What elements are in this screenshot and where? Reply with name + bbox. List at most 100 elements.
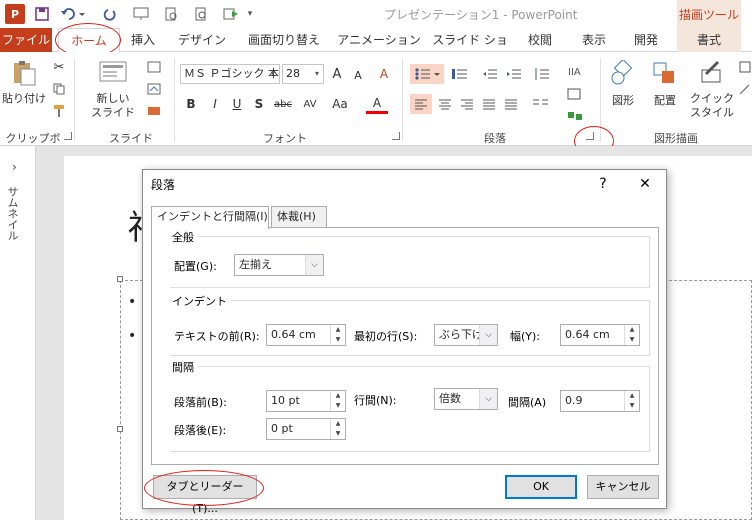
line-spacing-icon[interactable] bbox=[530, 64, 558, 84]
at-spinner[interactable]: 0.9 ▲ ▼ bbox=[560, 390, 640, 412]
expand-chevron-icon[interactable]: › bbox=[12, 160, 17, 174]
paste-button[interactable]: 貼り付け bbox=[0, 92, 48, 106]
at-label: 間隔(A) bbox=[508, 396, 547, 409]
clear-formatting-icon[interactable]: A bbox=[374, 64, 394, 84]
shape-fill-icon[interactable] bbox=[738, 58, 752, 76]
section-icon[interactable] bbox=[142, 102, 166, 120]
cut-icon[interactable]: ✂ bbox=[50, 58, 68, 76]
print-icon[interactable] bbox=[190, 4, 212, 24]
spacing-before-spinner[interactable]: 10 pt ▲ ▼ bbox=[266, 390, 346, 412]
resize-handle[interactable] bbox=[117, 276, 123, 282]
format-painter-icon[interactable] bbox=[50, 102, 68, 120]
new-slide-button[interactable]: 新しい スライド bbox=[88, 92, 138, 120]
shadow-button[interactable]: S bbox=[250, 94, 268, 114]
smartart-icon[interactable] bbox=[562, 106, 590, 126]
spinner-arrows[interactable]: ▲ ▼ bbox=[624, 325, 639, 345]
help-icon[interactable]: ? bbox=[591, 173, 615, 195]
tab-developer[interactable]: 開発 bbox=[626, 28, 666, 52]
arrange-button[interactable]: 配置 bbox=[648, 94, 682, 108]
italic-button[interactable]: I bbox=[206, 94, 224, 114]
tab-slideshow[interactable]: スライド ショー bbox=[428, 28, 512, 71]
paragraph-group-label: 段落 bbox=[484, 132, 506, 145]
quick-styles-icon[interactable] bbox=[694, 58, 728, 88]
grow-font-icon[interactable]: A bbox=[328, 64, 346, 84]
arrange-icon[interactable] bbox=[648, 58, 682, 88]
align-center-icon[interactable] bbox=[434, 94, 456, 114]
text-direction-icon[interactable]: IIA bbox=[562, 60, 590, 82]
ok-button[interactable]: OK bbox=[505, 475, 577, 499]
play-icon[interactable] bbox=[220, 4, 242, 24]
font-name-combo[interactable]: ＭＳ Ｐゴシック 本 ▾ bbox=[180, 64, 280, 84]
underline-button[interactable]: U bbox=[228, 94, 246, 114]
tab-insert[interactable]: 挿入 bbox=[124, 28, 162, 52]
close-icon[interactable]: ✕ bbox=[633, 173, 657, 195]
spacing-after-spinner[interactable]: 0 pt ▲ ▼ bbox=[266, 418, 346, 440]
spinner-arrows[interactable]: ▲ ▼ bbox=[330, 325, 345, 345]
before-text-label: テキストの前(R): bbox=[174, 330, 260, 343]
line-spacing-label: 行間(N): bbox=[354, 394, 397, 407]
columns-icon[interactable] bbox=[528, 94, 556, 114]
bold-button[interactable]: B bbox=[182, 94, 200, 114]
tab-asian-typography[interactable]: 体裁(H) bbox=[271, 206, 327, 228]
spinner-arrows[interactable]: ▲ ▼ bbox=[624, 391, 639, 411]
alignment-dropdown[interactable]: 左揃え ⌵ bbox=[234, 254, 324, 276]
change-case-button[interactable]: Aa bbox=[326, 94, 354, 114]
tab-design[interactable]: デザイン bbox=[174, 28, 230, 52]
spinner-arrows[interactable]: ▲ ▼ bbox=[330, 419, 345, 439]
cancel-button[interactable]: キャンセル bbox=[587, 475, 659, 499]
tab-file[interactable]: ファイル bbox=[0, 28, 52, 52]
undo-icon[interactable] bbox=[58, 4, 88, 24]
font-size-combo[interactable]: 28 ▾ bbox=[282, 64, 324, 84]
shape-outline-icon[interactable] bbox=[738, 80, 752, 98]
distributed-icon[interactable] bbox=[500, 94, 522, 114]
new-slide-icon[interactable] bbox=[96, 58, 130, 86]
line-spacing-value: 倍数 bbox=[439, 392, 461, 405]
powerpoint-app-icon[interactable]: P bbox=[5, 4, 25, 24]
special-indent-dropdown[interactable]: ぶら下げ ⌵ bbox=[434, 324, 498, 346]
decrease-indent-icon[interactable] bbox=[480, 64, 500, 84]
tab-transitions[interactable]: 画面切り替え bbox=[244, 28, 324, 52]
thumbnail-pane[interactable]: › サムネイル bbox=[0, 146, 36, 520]
line-spacing-dropdown[interactable]: 倍数 ⌵ bbox=[434, 388, 498, 410]
spinner-arrows[interactable]: ▲ ▼ bbox=[330, 391, 345, 411]
tab-animations[interactable]: アニメーション bbox=[336, 28, 422, 52]
reset-slide-icon[interactable] bbox=[142, 80, 166, 98]
before-text-spinner[interactable]: 0.64 cm ▲ ▼ bbox=[266, 324, 346, 346]
character-spacing-button[interactable]: AV bbox=[298, 94, 322, 114]
save-icon[interactable] bbox=[32, 4, 52, 24]
shapes-button[interactable]: 図形 bbox=[606, 94, 640, 108]
general-section-title: 全般 bbox=[172, 229, 198, 245]
shrink-font-icon[interactable]: A bbox=[350, 66, 366, 84]
align-text-icon[interactable] bbox=[562, 84, 590, 104]
tab-format[interactable]: 書式 bbox=[677, 28, 741, 52]
print-preview-icon[interactable] bbox=[160, 4, 182, 24]
tab-view[interactable]: 表示 bbox=[574, 28, 614, 52]
copy-icon[interactable] bbox=[50, 80, 68, 98]
justify-icon[interactable] bbox=[478, 94, 500, 114]
spacing-after-value: 0 pt bbox=[271, 422, 293, 435]
paste-icon[interactable] bbox=[6, 58, 42, 88]
clipboard-launcher[interactable] bbox=[64, 132, 72, 140]
redo-icon[interactable] bbox=[100, 4, 120, 24]
font-color-button[interactable]: A bbox=[366, 94, 388, 114]
numbering-button[interactable] bbox=[448, 64, 478, 84]
tab-review[interactable]: 校閲 bbox=[520, 28, 560, 52]
resize-handle[interactable] bbox=[117, 426, 123, 432]
increase-indent-icon[interactable] bbox=[504, 64, 524, 84]
start-slideshow-icon[interactable] bbox=[130, 4, 152, 24]
shapes-icon[interactable] bbox=[606, 58, 640, 88]
align-right-icon[interactable] bbox=[456, 94, 478, 114]
align-left-icon[interactable] bbox=[410, 94, 432, 114]
strikethrough-button[interactable]: abc bbox=[272, 94, 294, 114]
bullets-button[interactable] bbox=[410, 64, 444, 84]
tab-indents-spacing[interactable]: インデントと行間隔(I) bbox=[151, 206, 269, 229]
svg-text:IIA: IIA bbox=[568, 67, 581, 78]
customize-qat-icon[interactable]: ▾ bbox=[244, 4, 256, 24]
layout-icon[interactable] bbox=[142, 58, 166, 76]
quick-styles-button[interactable]: クイック スタイル bbox=[688, 92, 736, 120]
chevron-down-icon: ▾ bbox=[314, 69, 319, 78]
by-spinner[interactable]: 0.64 cm ▲ ▼ bbox=[560, 324, 640, 346]
font-launcher[interactable] bbox=[392, 132, 400, 140]
document-title: プレゼンテーション1 - PowerPoint bbox=[384, 8, 578, 22]
by-value: 0.64 cm bbox=[565, 328, 610, 341]
